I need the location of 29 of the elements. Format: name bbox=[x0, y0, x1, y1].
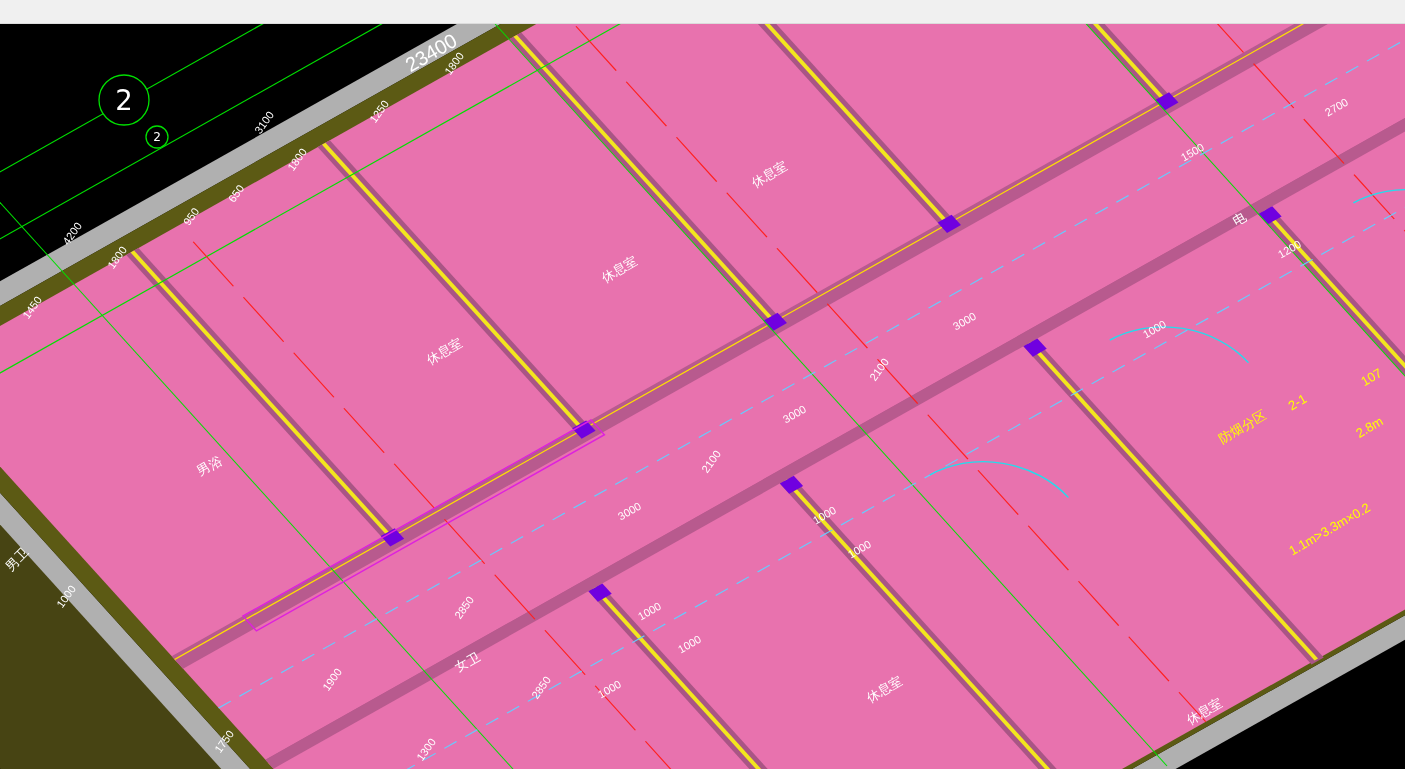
room-label: 休息室 bbox=[1183, 694, 1226, 728]
dimension-label: 650 bbox=[225, 182, 247, 205]
axis-bubble: 2 bbox=[98, 74, 150, 126]
dimension-label: 3000 bbox=[780, 402, 809, 426]
note-text: 2.8m bbox=[1353, 413, 1386, 441]
dimension-label: 2700 bbox=[1322, 95, 1351, 119]
axis-bubble: 2 bbox=[145, 125, 169, 149]
note-text: 107 bbox=[1358, 365, 1385, 389]
room-label: 男卫 bbox=[2, 544, 32, 574]
dimension-label: 950 bbox=[180, 205, 202, 228]
dimension-label: 1000 bbox=[845, 537, 874, 561]
room-label: 休息室 bbox=[423, 334, 466, 368]
room-label: 休息室 bbox=[748, 157, 791, 191]
dimension-label: 1000 bbox=[810, 503, 839, 527]
note-text: 2-1 bbox=[1285, 390, 1310, 414]
room-label: 休息室 bbox=[598, 252, 641, 286]
dimension-label: 1000 bbox=[635, 599, 664, 623]
room-label: 女卫 bbox=[452, 649, 483, 676]
note-text: 防烟分区 bbox=[1216, 407, 1269, 447]
room-label: 电 bbox=[1230, 209, 1249, 229]
dimension-label: 1200 bbox=[1275, 237, 1304, 261]
room-label: 休息室 bbox=[863, 672, 906, 706]
room-label: 男浴 bbox=[194, 453, 225, 480]
dimension-label: 1000 bbox=[1140, 317, 1169, 341]
dimension-label: 1000 bbox=[675, 632, 704, 656]
dimension-label: 3000 bbox=[950, 309, 979, 333]
dimension-label: 3000 bbox=[615, 499, 644, 523]
dimension-label: 1000 bbox=[595, 677, 624, 701]
dimension-label: 1500 bbox=[1178, 140, 1207, 164]
